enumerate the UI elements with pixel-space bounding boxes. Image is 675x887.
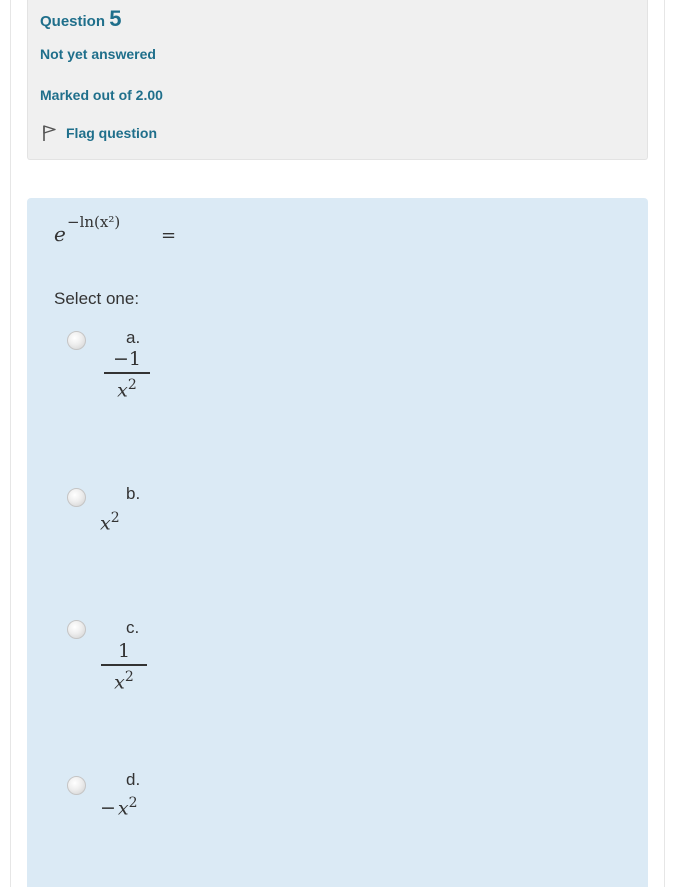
option-a-numerator: −1 (112, 348, 141, 370)
option-a-denominator: x2 (117, 377, 137, 402)
option-b-answer[interactable]: x2 (100, 510, 120, 534)
question-label: Question (40, 13, 106, 30)
question-number: Question 5 (40, 6, 121, 32)
option-c-denominator: x2 (114, 669, 134, 694)
question-formulation: e −ln(x²) = Select one: a. −1 x2 b. x2 c… (27, 198, 648, 887)
flag-question-link[interactable]: Flag question (42, 125, 157, 141)
option-a-answer[interactable]: −1 x2 (104, 348, 150, 401)
option-c-answer[interactable]: 1 x2 (101, 640, 147, 693)
option-c-letter: c. (126, 618, 140, 637)
question-info-panel: Question 5 Not yet answered Marked out o… (27, 0, 648, 160)
question-number-value: 5 (109, 6, 122, 31)
option-b-letter: b. (126, 484, 141, 503)
option-b-radio[interactable] (67, 488, 86, 507)
flag-icon (43, 125, 56, 141)
page-border-left (10, 0, 11, 887)
option-a-letter: a. (126, 328, 141, 347)
select-one-prompt: Select one: (54, 289, 140, 308)
option-a-radio[interactable] (67, 331, 86, 350)
page-border-right (664, 0, 665, 887)
question-grade: Marked out of 2.00 (40, 87, 163, 103)
option-a-fraction-bar (104, 372, 150, 374)
question-text: e −ln(x²) = (54, 213, 176, 246)
option-c-fraction-bar (101, 664, 147, 666)
question-exponent: −ln(x²) (67, 213, 121, 231)
option-c-numerator: 1 (117, 640, 131, 662)
question-base: e (54, 222, 66, 246)
option-d-radio[interactable] (67, 776, 86, 795)
option-c-radio[interactable] (67, 620, 86, 639)
question-state: Not yet answered (40, 46, 156, 62)
flag-question-label: Flag question (66, 125, 157, 141)
question-equals: = (161, 225, 177, 246)
option-d-letter: d. (126, 770, 141, 789)
option-d-answer[interactable]: − x2 (100, 795, 138, 819)
